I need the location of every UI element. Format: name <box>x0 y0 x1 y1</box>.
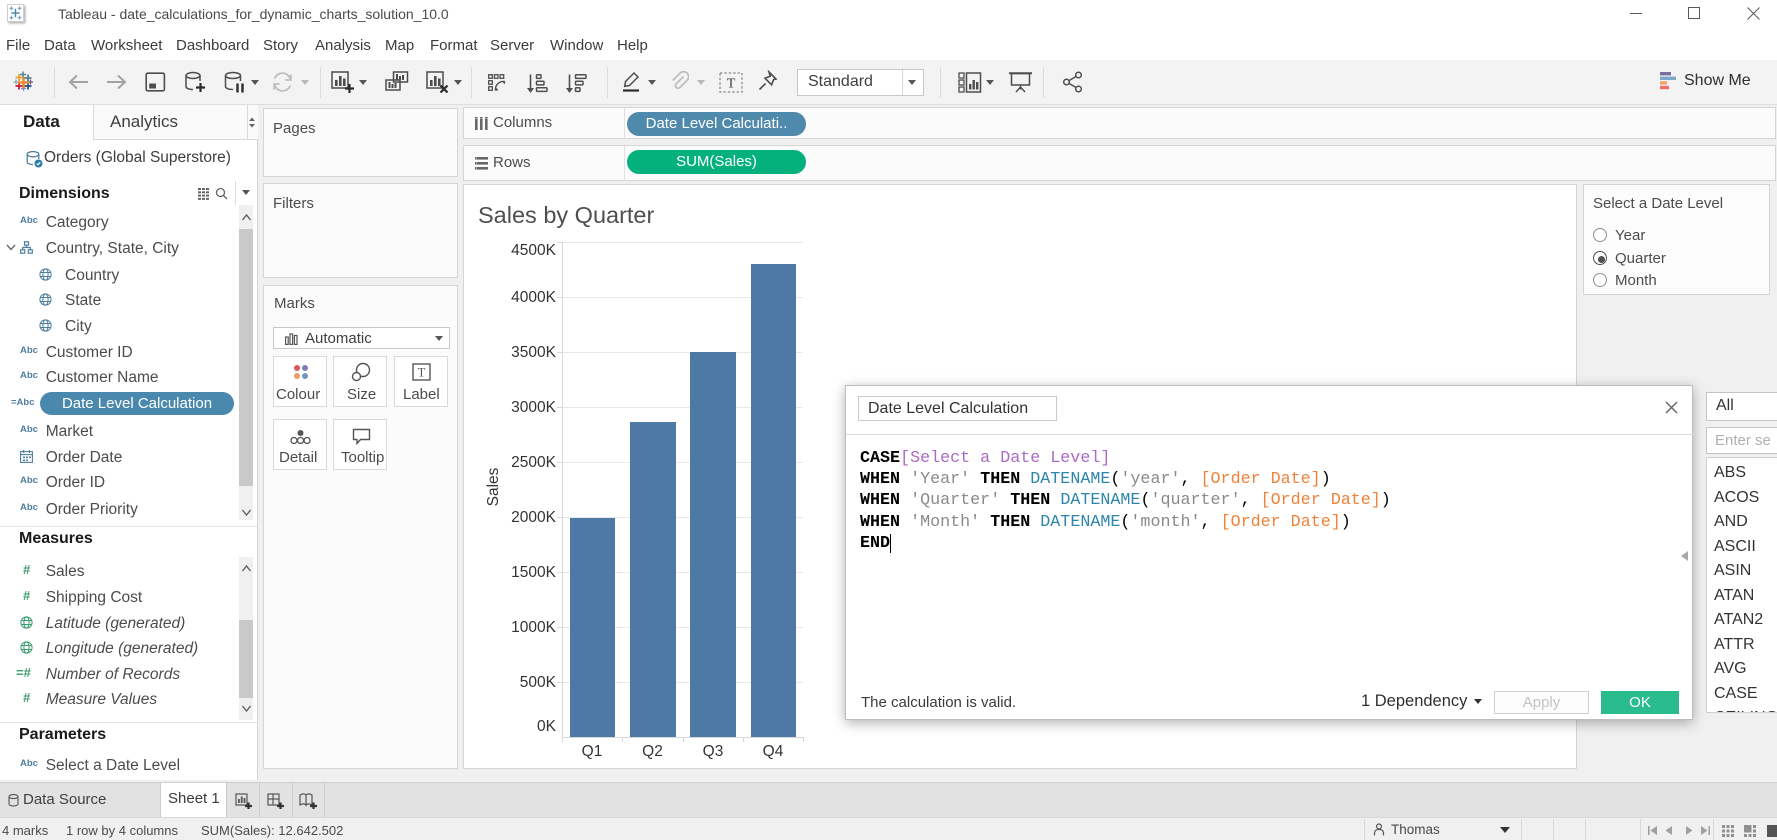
svg-text:T: T <box>727 77 736 92</box>
svg-text:T: T <box>418 366 426 380</box>
